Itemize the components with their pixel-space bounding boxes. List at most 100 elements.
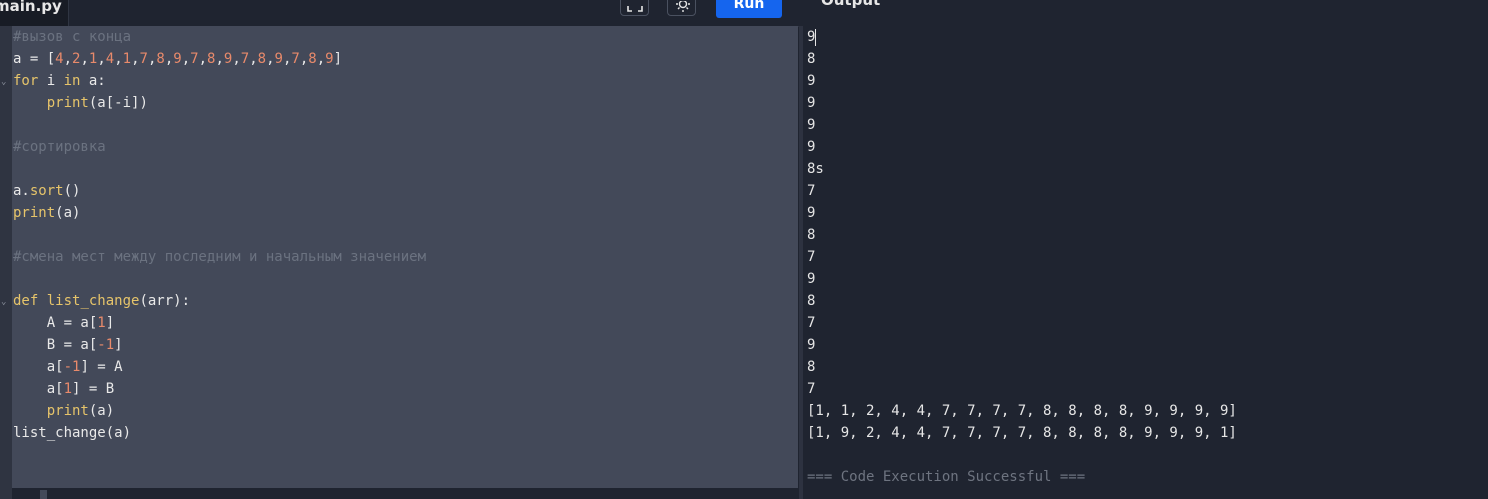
- output-line: 7: [807, 183, 816, 199]
- fold-arrow-icon[interactable]: ⌄: [1, 78, 9, 87]
- number-literal: 7: [190, 51, 199, 67]
- number-literal: 8: [257, 51, 267, 67]
- code-text: ]: [114, 337, 123, 353]
- code-text: (a): [55, 205, 81, 221]
- number-literal: 8: [308, 51, 317, 67]
- output-line: 8: [807, 51, 816, 67]
- code-text: a[: [13, 381, 64, 397]
- code-text: ]: [333, 51, 343, 67]
- output-line: 8s: [807, 161, 824, 177]
- number-literal: -1: [63, 359, 81, 375]
- code-text: ,: [63, 51, 73, 67]
- output-line: 7: [807, 381, 816, 397]
- method-name: sort: [29, 183, 64, 199]
- code-text: ] = B: [72, 381, 115, 397]
- code-text: ,: [97, 51, 106, 67]
- builtin-function: print: [46, 95, 89, 111]
- output-panel: 9 8 9 9 9 9 8s 7 9 8 7 9 8 7 9 8 7 [1, 1…: [803, 26, 1488, 499]
- execution-status: === Code Execution Successful ===: [807, 469, 1086, 485]
- code-text: ,: [131, 51, 140, 67]
- code-comment: #сортировка: [13, 139, 106, 155]
- code-text: ,: [114, 51, 123, 67]
- output-line: 7: [807, 249, 816, 265]
- code-text: (a[-i]): [88, 95, 148, 111]
- number-literal: 9: [173, 51, 182, 67]
- output-line: 8: [807, 293, 816, 309]
- code-text: A = a[: [13, 315, 98, 331]
- output-line: 9: [807, 117, 816, 133]
- code-line: for i in a:: [13, 70, 106, 92]
- code-text: (a): [88, 403, 115, 419]
- code-text: a[: [13, 359, 64, 375]
- output-title: Output: [821, 0, 881, 9]
- code-text: ,: [316, 51, 326, 67]
- output-line: 7: [807, 315, 816, 331]
- output-line: 9: [807, 29, 816, 45]
- output-line: [1, 9, 2, 4, 4, 7, 7, 7, 7, 8, 8, 8, 8, …: [807, 425, 1237, 441]
- code-text: B = a[: [13, 337, 98, 353]
- output-line: 9: [807, 139, 816, 155]
- code-line: print(a[-i]): [13, 92, 148, 114]
- theme-toggle-button[interactable]: [667, 0, 696, 16]
- code-comment: #вызов с конца: [13, 29, 132, 45]
- code-line: print(a): [13, 400, 114, 422]
- sun-icon: [676, 1, 690, 12]
- horizontal-scrollbar-thumb[interactable]: [40, 490, 47, 499]
- top-toolbar: main.py Run Output: [0, 0, 1488, 27]
- fold-arrow-icon[interactable]: ⌄: [1, 298, 9, 307]
- code-text: ]: [105, 315, 115, 331]
- code-text: ,: [232, 51, 241, 67]
- number-literal: -1: [97, 337, 115, 353]
- editor-scrollbar-track: [12, 488, 798, 499]
- number-literal: 1: [97, 315, 106, 331]
- output-line: 8: [807, 227, 816, 243]
- number-literal: 4: [105, 51, 115, 67]
- output-line: 8: [807, 359, 816, 375]
- number-literal: 7: [139, 51, 148, 67]
- function-name: list_change: [46, 293, 140, 309]
- code-text: a.: [13, 183, 30, 199]
- fullscreen-button[interactable]: [620, 0, 649, 16]
- code-line: list_change(a): [13, 425, 132, 441]
- code-text: (arr):: [139, 293, 191, 309]
- code-line: B = a[-1]: [13, 334, 123, 356]
- output-line: 9: [807, 337, 816, 353]
- output-line: 9: [807, 205, 816, 221]
- code-text: ,: [181, 51, 191, 67]
- number-literal: 7: [240, 51, 250, 67]
- code-comment: #смена мест между последним и начальным …: [13, 249, 427, 265]
- code-line: a = [4,2,1,4,1,7,8,9,7,8,9,7,8,9,7,8,9]: [13, 48, 342, 70]
- line-gutter: ⌄ ⌄: [0, 26, 12, 499]
- output-line: 9: [807, 95, 816, 111]
- code-text: ,: [215, 51, 224, 67]
- code-text: ] = A: [80, 359, 123, 375]
- run-button[interactable]: Run: [716, 0, 782, 18]
- builtin-function: print: [46, 403, 89, 419]
- keyword: for: [13, 73, 39, 89]
- code-line: A = a[1]: [13, 312, 114, 334]
- output-line: 9: [807, 271, 816, 287]
- output-line: [1, 1, 2, 4, 4, 7, 7, 7, 7, 8, 8, 8, 8, …: [807, 403, 1237, 419]
- code-line: a[1] = B: [13, 378, 114, 400]
- code-line: a[-1] = A: [13, 356, 123, 378]
- code-text: a = [: [13, 51, 56, 67]
- code-text: a:: [80, 73, 106, 89]
- keyword: def: [13, 293, 39, 309]
- number-literal: 8: [156, 51, 165, 67]
- code-text: ,: [266, 51, 275, 67]
- file-tab[interactable]: main.py: [0, 0, 69, 26]
- fullscreen-icon: [627, 6, 643, 12]
- code-text: i: [38, 73, 64, 89]
- number-literal: 1: [63, 381, 73, 397]
- output-line: 9: [807, 73, 816, 89]
- code-line: def list_change(arr):: [13, 290, 190, 312]
- number-literal: 9: [274, 51, 283, 67]
- number-literal: 7: [291, 51, 300, 67]
- number-literal: 9: [325, 51, 334, 67]
- code-text: ,: [198, 51, 208, 67]
- number-literal: 4: [55, 51, 64, 67]
- builtin-function: print: [13, 205, 56, 221]
